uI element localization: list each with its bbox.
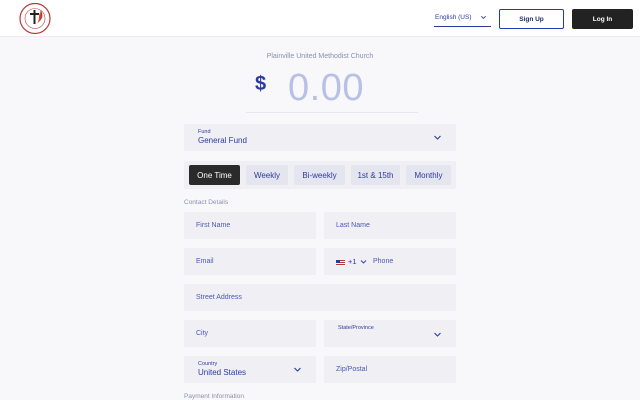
frequency-bi-weekly[interactable]: Bi-weekly	[294, 165, 345, 185]
last-name-field[interactable]: Last Name	[324, 212, 456, 239]
frequency-one-time[interactable]: One Time	[189, 165, 240, 185]
street-address-placeholder: Street Address	[196, 294, 242, 301]
email-field[interactable]: Email	[184, 248, 316, 275]
phone-placeholder: Phone	[373, 258, 394, 265]
city-placeholder: City	[196, 330, 209, 337]
frequency-selector: One Time Weekly Bi-weekly 1st & 15th Mon…	[184, 161, 456, 189]
language-label: English (US)	[435, 14, 472, 21]
city-field[interactable]: City	[184, 320, 316, 347]
us-flag-icon[interactable]	[336, 260, 345, 266]
currency-symbol: $	[255, 73, 267, 95]
country-select[interactable]: Country United States	[184, 356, 316, 383]
zip-field[interactable]: Zip/Postal	[324, 356, 456, 383]
chevron-down-icon	[481, 15, 486, 19]
amount-input[interactable]: $ 0.00	[246, 62, 418, 113]
chevron-down-icon	[434, 332, 441, 337]
state-select[interactable]: State/Province	[324, 320, 456, 347]
country-label: Country	[198, 361, 218, 367]
state-label: State/Province	[338, 325, 374, 331]
log-in-button[interactable]: Log In	[572, 9, 633, 29]
top-bar: English (US) Sign Up Log In	[0, 0, 640, 37]
contact-details-heading: Contact Details	[184, 199, 229, 206]
sign-up-button[interactable]: Sign Up	[499, 9, 564, 29]
language-select[interactable]: English (US)	[434, 11, 491, 27]
fund-value: General Fund	[198, 136, 247, 145]
amount-value: 0.00	[288, 67, 364, 109]
fund-label: Fund	[198, 129, 211, 135]
email-placeholder: Email	[196, 258, 214, 265]
fund-select[interactable]: Fund General Fund	[184, 124, 456, 151]
first-name-field[interactable]: First Name	[184, 212, 316, 239]
chevron-down-icon	[434, 135, 441, 140]
first-name-placeholder: First Name	[196, 222, 231, 229]
country-value: United States	[198, 368, 247, 377]
church-logo[interactable]	[17, 2, 53, 35]
phone-country-code: +1	[348, 257, 357, 266]
phone-field[interactable]: +1 Phone	[324, 248, 456, 275]
frequency-1st-15th[interactable]: 1st & 15th	[351, 165, 400, 185]
chevron-down-icon[interactable]	[360, 258, 367, 265]
frequency-weekly[interactable]: Weekly	[246, 165, 288, 185]
zip-placeholder: Zip/Postal	[336, 366, 368, 373]
last-name-placeholder: Last Name	[336, 222, 370, 229]
chevron-down-icon	[294, 367, 301, 372]
street-address-field[interactable]: Street Address	[184, 284, 456, 311]
payment-information-heading: Payment Information	[184, 393, 244, 400]
frequency-monthly[interactable]: Monthly	[406, 165, 451, 185]
church-name: Plainville United Methodist Church	[266, 53, 374, 60]
